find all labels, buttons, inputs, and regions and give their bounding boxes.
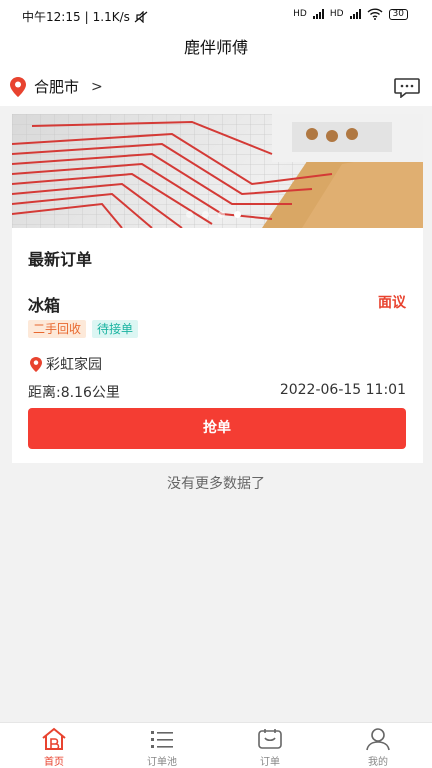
- order-address: 彩虹家园: [30, 354, 102, 374]
- location-pin-icon: [10, 76, 26, 97]
- status-time: 中午12:15: [22, 10, 81, 24]
- page-title: 鹿伴师傅: [0, 30, 432, 66]
- tag-recycle: 二手回收: [28, 320, 87, 338]
- tab-home[interactable]: 首页: [0, 723, 108, 768]
- city-selector[interactable]: 合肥市 >: [10, 76, 103, 97]
- city-name: 合肥市: [34, 78, 80, 96]
- mute-icon: [134, 10, 148, 23]
- tab-label: 订单池: [147, 757, 177, 768]
- grab-order-button[interactable]: 抢单: [28, 408, 406, 449]
- network-type-1: HD: [293, 9, 307, 19]
- network-type-2: HD: [329, 9, 344, 19]
- user-icon: [366, 728, 390, 751]
- carousel-dot-active: [234, 211, 241, 218]
- latest-orders-card: 最新订单 冰箱 面议 二手回收 待接单 彩虹家园 距离:8.16公里 2022-…: [12, 228, 423, 463]
- order-distance: 距离:8.16公里: [28, 385, 120, 401]
- tab-label: 首页: [44, 757, 64, 768]
- carousel-indicator: [186, 211, 241, 218]
- location-pin-icon: [30, 356, 42, 372]
- location-bar: 合肥市 >: [0, 66, 432, 106]
- section-title: 最新订单: [28, 250, 93, 269]
- wifi-icon: [367, 8, 383, 20]
- status-bar: 中午12:15 | 1.1K/s HD HD 30: [0, 0, 432, 30]
- list-icon: [151, 731, 173, 748]
- chevron-right-icon: >: [91, 78, 103, 95]
- signal-icon: [312, 9, 324, 19]
- signal-icon-2: [349, 9, 361, 19]
- message-icon[interactable]: [394, 78, 420, 98]
- order-tags: 二手回收 待接单: [28, 320, 139, 338]
- carousel-dot: [218, 211, 225, 218]
- battery-icon: 30: [388, 8, 408, 20]
- tab-label: 订单: [260, 757, 280, 768]
- order-item-name[interactable]: 冰箱: [28, 292, 60, 316]
- no-more-data-text: 没有更多数据了: [167, 476, 265, 492]
- bottom-tab-bar: 首页 订单池 订单 我的: [0, 722, 432, 768]
- tag-pending: 待接单: [92, 320, 139, 338]
- tab-label: 我的: [368, 757, 388, 768]
- tab-orders[interactable]: 订单: [216, 723, 324, 768]
- status-speed: 1.1K/s: [92, 9, 130, 24]
- address-text: 彩虹家园: [46, 357, 102, 373]
- order-time: 2022-06-15 11:01: [279, 382, 406, 398]
- carousel-dot: [186, 211, 193, 218]
- tab-order-pool[interactable]: 订单池: [108, 723, 216, 768]
- carousel-dot: [202, 211, 209, 218]
- tab-mine[interactable]: 我的: [324, 723, 432, 768]
- home-icon: [42, 727, 66, 750]
- order-icon: [258, 729, 282, 749]
- order-price-negotiable: 面议: [378, 295, 406, 311]
